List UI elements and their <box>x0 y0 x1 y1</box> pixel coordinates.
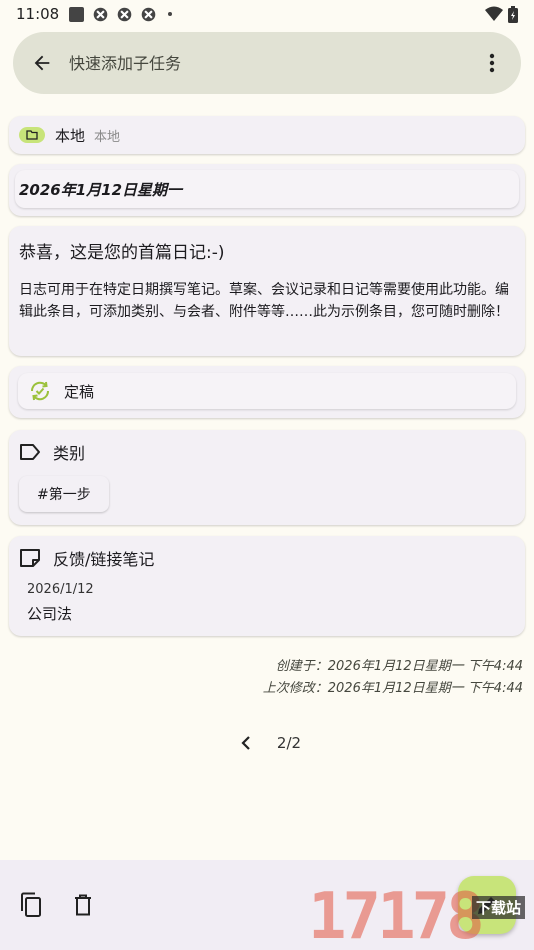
status-card: 定稿 <box>9 366 525 418</box>
status-bar: 11:08 <box>0 0 534 28</box>
entry-title: 恭喜，这是您的首篇日记:-) <box>19 243 225 263</box>
arrow-back-icon <box>34 55 50 71</box>
quick-add-subtask-input[interactable] <box>69 53 479 73</box>
back-button[interactable] <box>29 50 55 76</box>
delete-button[interactable] <box>70 892 96 918</box>
more-vert-icon <box>489 53 495 73</box>
copy-button[interactable] <box>18 892 44 918</box>
status-chip[interactable]: 定稿 <box>18 373 516 409</box>
folder-icon <box>26 130 38 140</box>
entry-card[interactable]: 恭喜，这是您的首篇日记:-) 日志可用于在特定日期撰写笔记。草案、会议记录和日记… <box>9 226 525 356</box>
notification-app-icon <box>117 7 132 21</box>
page-indicator: 2/2 <box>276 734 302 752</box>
linked-note-date: 2026/1/12 <box>27 582 94 597</box>
notification-app-icon <box>93 7 108 21</box>
linked-notes-card: 反馈/链接笔记 2026/1/12 公司法 <box>9 536 525 636</box>
bottom-action-bar <box>0 860 534 950</box>
entry-meta: 创建于：2026年1月12日星期一 下午4:44 上次修改：2026年1月12日… <box>263 656 523 700</box>
notification-app-icon <box>141 7 156 21</box>
entry-date: 2026年1月12日星期一 <box>19 180 183 199</box>
wifi-icon <box>485 6 503 21</box>
category-tag[interactable]: #第一步 <box>19 476 109 512</box>
label-icon <box>20 444 40 460</box>
collection-account: 本地 <box>94 129 121 145</box>
linked-note-title: 公司法 <box>27 605 73 623</box>
entry-description: 日志可用于在特定日期撰写笔记。草案、会议记录和日记等需要使用此功能。编辑此条目，… <box>19 282 509 320</box>
linked-note-item[interactable]: 2026/1/12 公司法 <box>19 582 515 624</box>
status-time: 11:08 <box>16 5 60 23</box>
battery-icon <box>508 5 518 23</box>
categories-title: 类别 <box>53 444 86 463</box>
linked-notes-title: 反馈/链接笔记 <box>53 550 155 569</box>
collection-card[interactable]: 本地 本地 <box>9 116 525 154</box>
more-options-button[interactable] <box>479 50 505 76</box>
collection-color-chip <box>19 127 45 143</box>
more-notifications-dot-icon <box>168 12 173 16</box>
chevron-left-icon <box>241 736 250 750</box>
note-icon <box>20 549 40 567</box>
edit-fab[interactable] <box>458 876 516 934</box>
categories-card: 类别 #第一步 <box>9 430 525 525</box>
copy-icon <box>21 892 41 917</box>
previous-page-button[interactable] <box>233 730 259 756</box>
edit-pencil-icon <box>478 897 495 914</box>
linked-notes-header: 反馈/链接笔记 <box>19 546 515 570</box>
modified-timestamp: 上次修改：2026年1月12日星期一 下午4:44 <box>262 681 523 696</box>
pager: 2/2 <box>0 730 534 756</box>
date-field[interactable]: 2026年1月12日星期一 <box>15 170 519 208</box>
created-timestamp: 创建于：2026年1月12日星期一 下午4:44 <box>275 659 523 674</box>
notification-square-icon <box>69 6 85 22</box>
categories-header: 类别 <box>19 440 515 464</box>
status-label: 定稿 <box>64 382 95 401</box>
collection-name: 本地 <box>55 126 86 145</box>
delete-icon <box>75 894 91 916</box>
date-card: 2026年1月12日星期一 <box>9 164 525 216</box>
top-search-bar <box>13 32 521 94</box>
status-sync-check-icon <box>30 381 50 401</box>
